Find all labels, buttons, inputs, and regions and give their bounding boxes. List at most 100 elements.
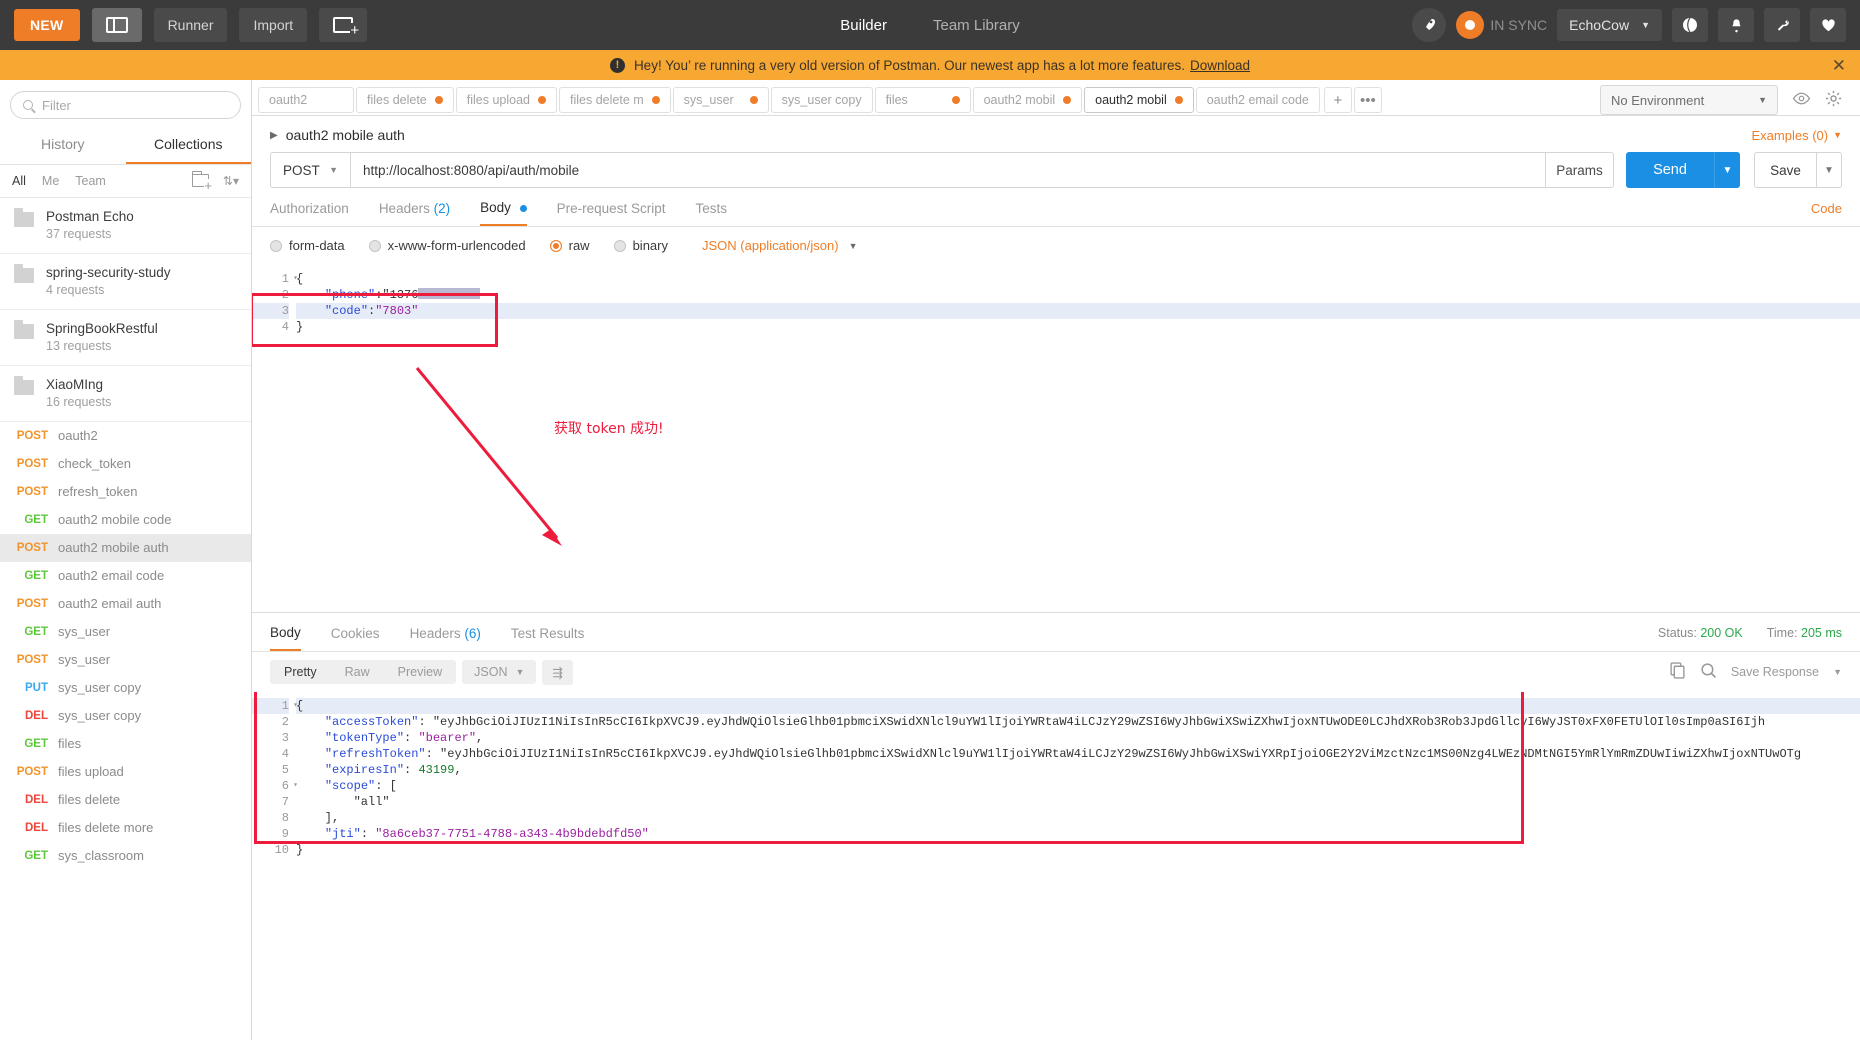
request-list-item[interactable]: GET sys_classroom	[0, 842, 251, 870]
sort-icon[interactable]: ⇅▾	[223, 174, 239, 188]
response-tab-cookies[interactable]: Cookies	[331, 626, 380, 650]
response-view-modes[interactable]: Pretty Raw Preview	[270, 660, 457, 684]
new-tab-button[interactable]	[319, 8, 368, 42]
tab-options-button[interactable]: •••	[1353, 87, 1382, 113]
scope-team[interactable]: Team	[75, 174, 106, 188]
collection-item[interactable]: XiaoMIng 16 requests	[0, 366, 251, 422]
collection-item[interactable]: spring-security-study 4 requests	[0, 254, 251, 310]
response-tab-test-results[interactable]: Test Results	[511, 626, 585, 650]
request-tab[interactable]: oauth2 mobil	[1084, 87, 1194, 113]
url-input[interactable]: http://localhost:8080/api/auth/mobile	[350, 152, 1546, 188]
code-line[interactable]: "tokenType": "bearer",	[296, 730, 1860, 746]
user-menu[interactable]: EchoCow ▼	[1557, 9, 1662, 41]
search-input[interactable]: Filter	[10, 91, 241, 119]
tab-pre-request-script[interactable]: Pre-request Script	[557, 201, 666, 225]
save-button[interactable]: Save	[1754, 152, 1816, 188]
request-list-item[interactable]: DEL sys_user copy	[0, 702, 251, 730]
body-type-binary[interactable]: binary	[613, 238, 668, 253]
close-icon[interactable]: ✕	[1832, 57, 1846, 74]
environment-selector[interactable]: No Environment ▼	[1600, 85, 1778, 115]
request-list-item[interactable]: GET files	[0, 730, 251, 758]
request-tabs[interactable]: oauth2 files delete files upload files dele…	[258, 87, 1322, 113]
code-line[interactable]: "code":"7803"	[296, 303, 1860, 319]
request-body-editor-area[interactable]: 1234 { "phone":"1376 "code":"7803"} 获取 t…	[252, 263, 1860, 613]
bell-icon[interactable]	[1718, 8, 1754, 42]
method-selector[interactable]: POST ▼	[270, 152, 350, 188]
request-tab[interactable]: sys_user	[672, 87, 769, 113]
request-tab[interactable]: sys_user copy	[770, 87, 873, 113]
tab-authorization[interactable]: Authorization	[270, 201, 349, 225]
request-list-item[interactable]: GET oauth2 mobile code	[0, 506, 251, 534]
params-button[interactable]: Params	[1546, 152, 1614, 188]
code-line[interactable]: "jti": "8a6ceb37-7751-4788-a343-4b9bdebd…	[296, 826, 1860, 842]
body-type-raw[interactable]: raw	[549, 238, 590, 253]
request-list-item[interactable]: POST oauth2	[0, 422, 251, 450]
wrench-icon[interactable]	[1764, 8, 1800, 42]
rocket-icon[interactable]	[1412, 8, 1447, 42]
code-line[interactable]: "refreshToken": "eyJhbGciOiJIUzI1NiIsInR…	[296, 746, 1860, 762]
collection-item[interactable]: Postman Echo 37 requests	[0, 198, 251, 254]
send-button[interactable]: Send	[1626, 152, 1714, 188]
code-line[interactable]: {	[296, 271, 1860, 287]
request-list-item[interactable]: POST check_token	[0, 450, 251, 478]
code-line[interactable]: }	[296, 842, 1860, 858]
response-tab-headers[interactable]: Headers (6)	[410, 626, 481, 650]
body-type-urlencoded[interactable]: x-www-form-urlencoded	[368, 238, 526, 253]
nav-team-library[interactable]: Team Library	[933, 17, 1020, 34]
request-tab[interactable]: files delete m	[559, 87, 671, 113]
tab-tests[interactable]: Tests	[695, 201, 727, 225]
sync-status[interactable]: IN SYNC	[1456, 11, 1547, 39]
tab-history[interactable]: History	[0, 127, 126, 164]
response-body-area[interactable]: 12345678910 { "accessToken": "eyJhbGciOi…	[252, 691, 1860, 1040]
code-line[interactable]: "accessToken": "eyJhbGciOiJIUzI1NiIsInR5…	[296, 714, 1860, 730]
code-line[interactable]: {	[296, 697, 1860, 714]
sidebar-toggle-button[interactable]	[91, 8, 142, 42]
response-format-selector[interactable]: JSON ▼	[462, 660, 537, 684]
response-body-editor[interactable]: 12345678910 { "accessToken": "eyJhbGciOi…	[252, 692, 1860, 858]
code-line[interactable]: }	[296, 319, 1860, 335]
chevron-right-icon[interactable]: ▶	[270, 130, 278, 141]
nav-builder[interactable]: Builder	[840, 17, 887, 34]
request-list-item[interactable]: DEL files delete	[0, 786, 251, 814]
request-list-item[interactable]: POST oauth2 email auth	[0, 590, 251, 618]
tab-collections[interactable]: Collections	[125, 127, 251, 164]
request-tab[interactable]: files	[874, 87, 971, 113]
content-type-selector[interactable]: JSON (application/json) ▼	[702, 238, 857, 253]
add-tab-button[interactable]: +	[1323, 87, 1352, 113]
chevron-down-icon[interactable]: ▼	[1833, 667, 1842, 677]
send-options-button[interactable]: ▼	[1714, 152, 1740, 188]
download-link[interactable]: Download	[1190, 58, 1250, 73]
code-link[interactable]: Code	[1811, 201, 1842, 225]
request-tab[interactable]: oauth2	[258, 87, 354, 113]
view-mode-pretty[interactable]: Pretty	[270, 660, 331, 684]
request-list-item[interactable]: GET sys_user	[0, 618, 251, 646]
tab-body[interactable]: Body	[480, 200, 527, 226]
request-list-item[interactable]: DEL files delete more	[0, 814, 251, 842]
save-response-button[interactable]: Save Response	[1731, 665, 1819, 679]
body-type-form-data[interactable]: form-data	[270, 238, 345, 253]
view-mode-preview[interactable]: Preview	[384, 660, 456, 684]
save-options-button[interactable]: ▼	[1816, 152, 1842, 188]
runner-button[interactable]: Runner	[153, 8, 228, 42]
request-list-item[interactable]: POST sys_user	[0, 646, 251, 674]
chevron-down-icon[interactable]: ▼	[1833, 130, 1842, 140]
eye-icon[interactable]	[1792, 92, 1811, 109]
code-line[interactable]: ],	[296, 810, 1860, 826]
request-list-item[interactable]: POST files upload	[0, 758, 251, 786]
new-button[interactable]: NEW	[14, 9, 80, 41]
request-tab[interactable]: oauth2 email code	[1195, 87, 1320, 113]
code-line[interactable]: "scope": [	[296, 778, 1860, 794]
code-line[interactable]: "phone":"1376	[296, 287, 1860, 303]
request-list-item[interactable]: PUT sys_user copy	[0, 674, 251, 702]
code-line[interactable]: "expiresIn": 43199,	[296, 762, 1860, 778]
scope-all[interactable]: All	[12, 174, 26, 188]
scope-me[interactable]: Me	[42, 174, 59, 188]
import-button[interactable]: Import	[239, 8, 308, 42]
collection-item[interactable]: SpringBookRestful 13 requests	[0, 310, 251, 366]
response-tab-body[interactable]: Body	[270, 625, 301, 651]
globe-icon[interactable]	[1672, 8, 1708, 42]
response-code[interactable]: { "accessToken": "eyJhbGciOiJIUzI1NiIsIn…	[296, 697, 1860, 858]
request-list-item[interactable]: POST oauth2 mobile auth	[0, 534, 251, 562]
request-tab[interactable]: files upload	[455, 87, 558, 113]
search-icon[interactable]	[1700, 662, 1717, 682]
